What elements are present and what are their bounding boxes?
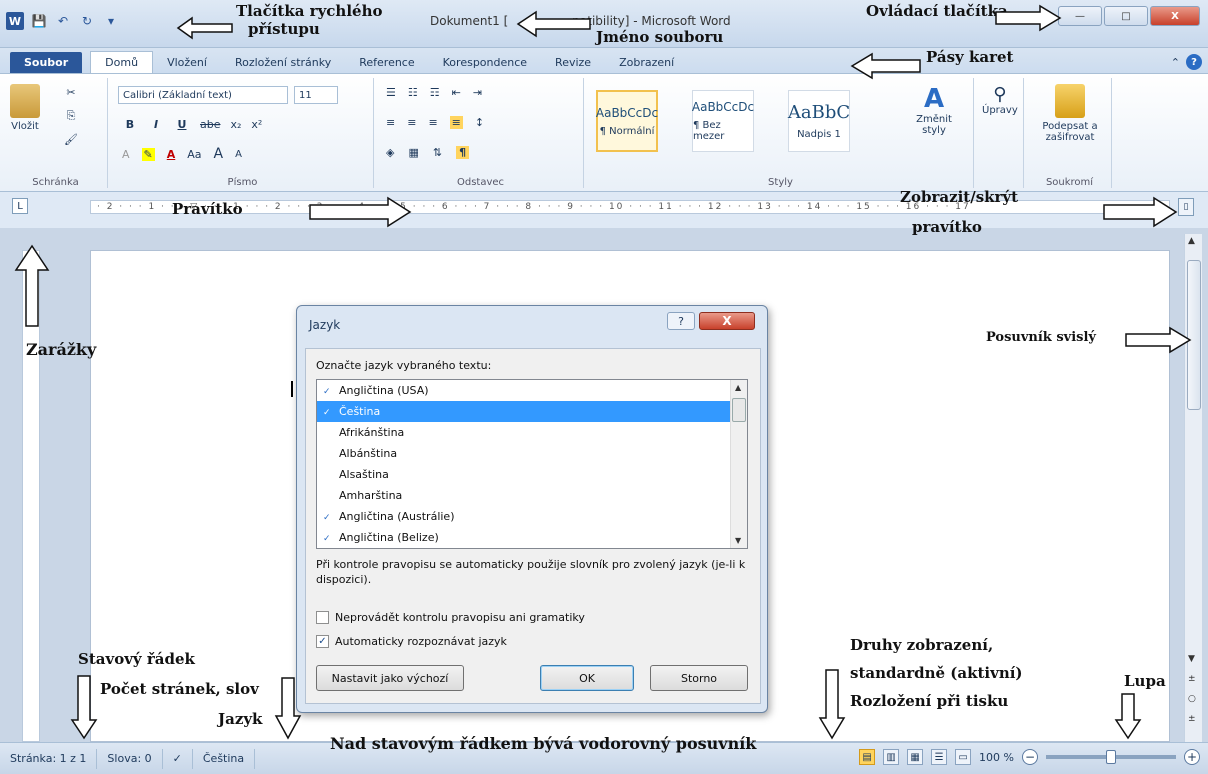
- arrow-tabs: [14, 244, 50, 327]
- arrow-controls: [995, 4, 1062, 32]
- arrow-filename: [516, 10, 591, 38]
- arrow-ruler: [309, 196, 412, 228]
- arrow-ribbon-tabs: [850, 52, 921, 80]
- arrow-language: [274, 677, 302, 740]
- arrow-zoom: [1114, 693, 1142, 740]
- arrow-qat: [176, 16, 233, 40]
- arrow-vscroll: [1125, 326, 1192, 354]
- arrow-ruler-toggle: [1103, 196, 1178, 228]
- arrow-statusbar: [70, 675, 98, 740]
- annotation-arrows: [14, 4, 1192, 740]
- arrow-views: [818, 669, 846, 740]
